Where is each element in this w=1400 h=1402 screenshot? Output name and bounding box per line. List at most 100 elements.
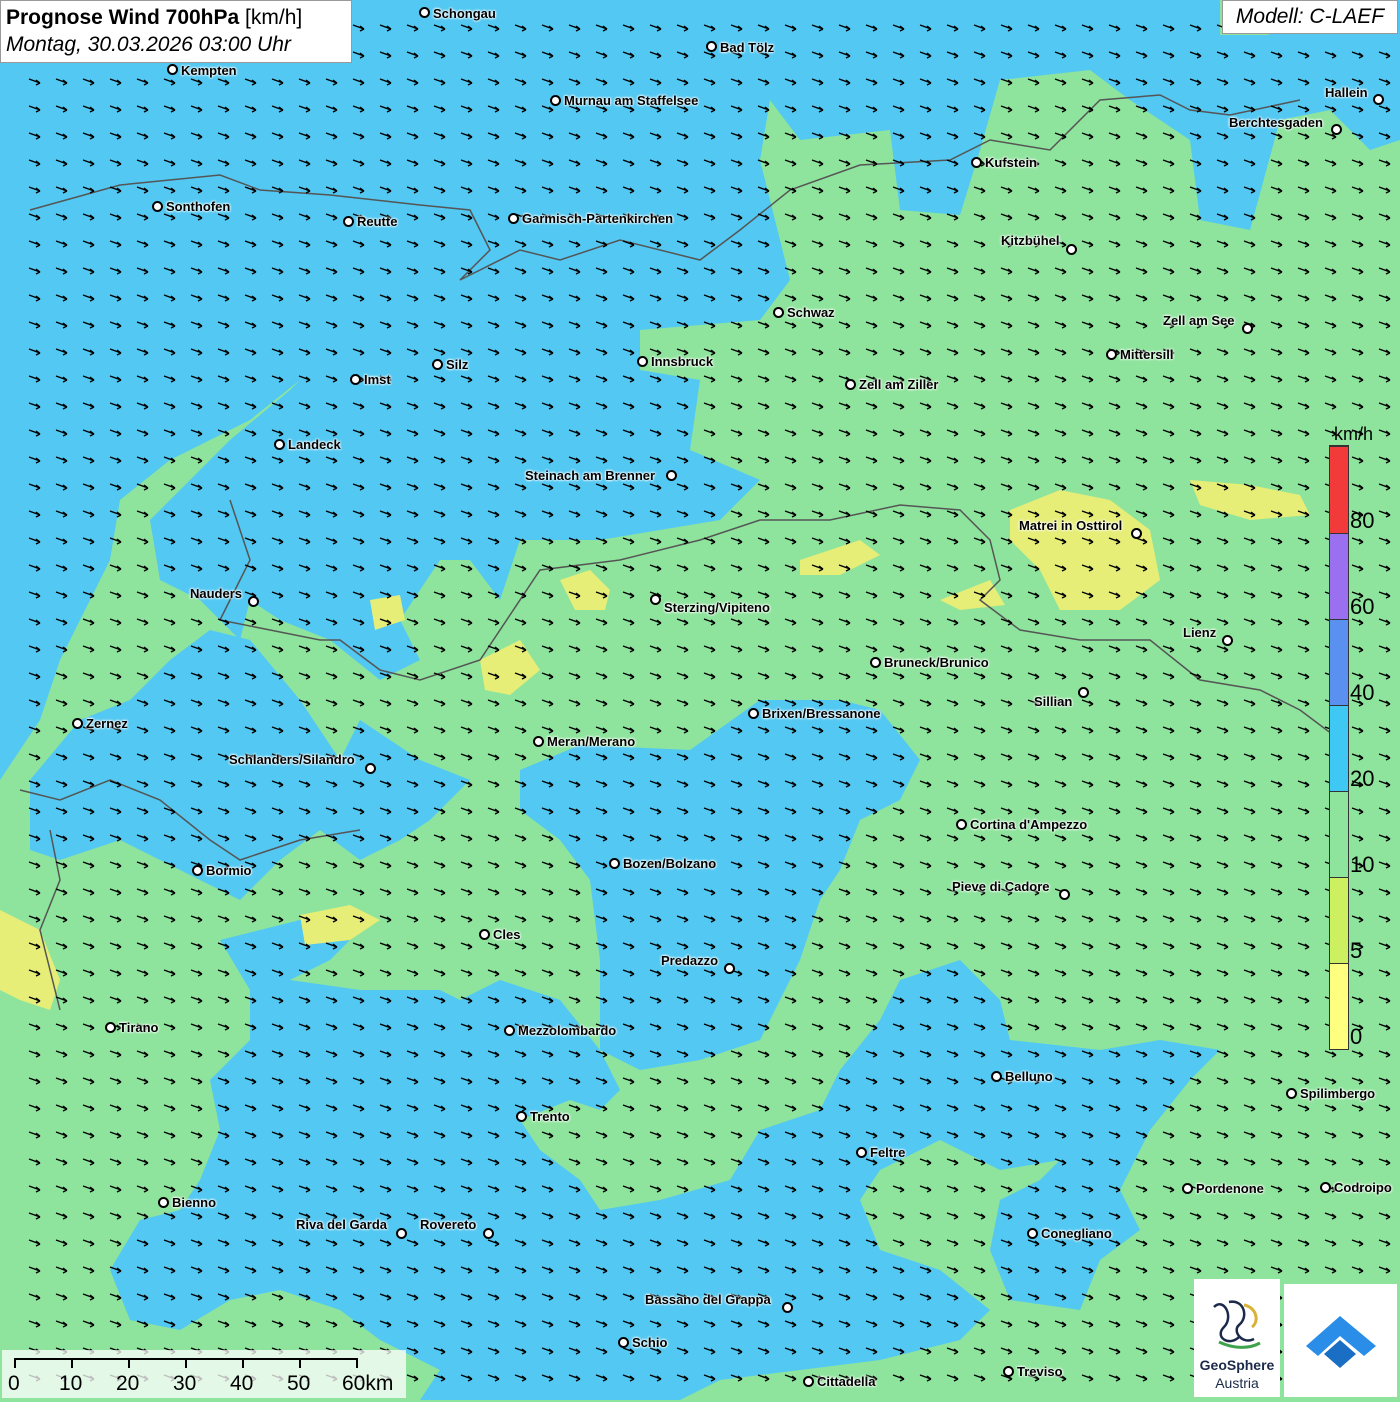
city-label: Zell am See bbox=[1163, 313, 1235, 328]
app-cloud-icon bbox=[1306, 1316, 1376, 1368]
model-label: Modell: C-LAEF bbox=[1222, 0, 1398, 34]
city-marker bbox=[782, 1302, 793, 1313]
city-marker bbox=[432, 359, 443, 370]
legend-tick: 0 bbox=[1350, 1024, 1363, 1049]
city-marker bbox=[479, 929, 490, 940]
city-label: Schongau bbox=[433, 6, 496, 21]
city-label: Silz bbox=[446, 357, 469, 372]
city-marker bbox=[1373, 94, 1384, 105]
city-marker bbox=[508, 213, 519, 224]
city-label: Hallein bbox=[1325, 85, 1368, 100]
map-datetime: Montag, 30.03.2026 03:00 Uhr bbox=[6, 33, 291, 56]
legend-seg-40 bbox=[1330, 619, 1348, 705]
city-marker bbox=[343, 216, 354, 227]
city-marker bbox=[419, 7, 430, 18]
legend-tick: 20 bbox=[1350, 766, 1375, 791]
city-marker bbox=[550, 95, 561, 106]
city-marker bbox=[365, 763, 376, 774]
city-label: Belluno bbox=[1005, 1069, 1053, 1084]
city-marker bbox=[666, 470, 677, 481]
city-label: Steinach am Brenner bbox=[525, 468, 656, 483]
city-label: Cles bbox=[493, 927, 521, 942]
city-marker bbox=[516, 1111, 527, 1122]
city-marker bbox=[870, 657, 881, 668]
city-marker bbox=[803, 1376, 814, 1387]
scale-label: 60km bbox=[342, 1372, 394, 1395]
city-label: Sillian bbox=[1034, 694, 1073, 709]
geosphere-mark-icon bbox=[1213, 1300, 1261, 1349]
city-label: Spilimbergo bbox=[1300, 1086, 1376, 1101]
city-marker bbox=[856, 1147, 867, 1158]
app-logo[interactable] bbox=[1284, 1284, 1397, 1397]
scale-label: 0 bbox=[8, 1372, 20, 1395]
city-marker bbox=[1078, 687, 1089, 698]
city-marker bbox=[748, 708, 759, 719]
city-label: Mezzolombardo bbox=[518, 1023, 617, 1038]
city-marker bbox=[773, 307, 784, 318]
map-title: Prognose Wind 700hPa [km/h] bbox=[6, 6, 303, 29]
city-label: Matrei in Osttirol bbox=[1019, 518, 1123, 533]
city-marker bbox=[637, 356, 648, 367]
city-marker bbox=[274, 439, 285, 450]
city-label: Bassano del Grappa bbox=[645, 1292, 771, 1307]
city-marker bbox=[1106, 349, 1117, 360]
city-marker bbox=[1027, 1228, 1038, 1239]
legend-tick: 5 bbox=[1350, 938, 1363, 963]
city-label: Bienno bbox=[172, 1195, 217, 1210]
city-marker bbox=[152, 201, 163, 212]
city-label: Sonthofen bbox=[166, 199, 231, 214]
legend-tick: 40 bbox=[1350, 680, 1375, 705]
city-label: Meran/Merano bbox=[547, 734, 636, 749]
city-label: Tirano bbox=[119, 1020, 159, 1035]
legend-tick: 80 bbox=[1350, 508, 1375, 533]
city-label: Kufstein bbox=[985, 155, 1037, 170]
city-label: Kitzbühel bbox=[1001, 233, 1060, 248]
geosphere-logo[interactable]: GeoSphere Austria bbox=[1194, 1279, 1280, 1397]
city-label: Pordenone bbox=[1196, 1181, 1264, 1196]
legend-seg-10 bbox=[1330, 791, 1348, 877]
city-label: Riva del Garda bbox=[296, 1217, 388, 1232]
city-label: Sterzing/Vipiteno bbox=[664, 600, 770, 615]
city-label: Reutte bbox=[357, 214, 398, 229]
city-marker bbox=[1066, 244, 1077, 255]
legend-colorbar bbox=[1329, 445, 1349, 1050]
city-marker bbox=[1222, 635, 1233, 646]
city-marker bbox=[845, 379, 856, 390]
scale-label: 50 bbox=[287, 1372, 311, 1395]
city-marker bbox=[248, 596, 259, 607]
scale-tick bbox=[185, 1358, 187, 1368]
city-label: Innsbruck bbox=[651, 354, 714, 369]
city-marker bbox=[1242, 323, 1253, 334]
city-marker bbox=[1320, 1182, 1331, 1193]
city-label: Codroipo bbox=[1334, 1180, 1392, 1195]
city-marker bbox=[1331, 124, 1342, 135]
city-marker bbox=[158, 1197, 169, 1208]
city-label: Bruneck/Brunico bbox=[884, 655, 989, 670]
city-label: Berchtesgaden bbox=[1229, 115, 1323, 130]
map-title-box: Prognose Wind 700hPa [km/h] Montag, 30.0… bbox=[0, 0, 352, 63]
city-label: Cittadella bbox=[817, 1374, 876, 1389]
legend-seg-80 bbox=[1330, 446, 1348, 533]
city-marker bbox=[706, 41, 717, 52]
scale-tick bbox=[356, 1358, 358, 1368]
scale-tick bbox=[242, 1358, 244, 1368]
city-marker bbox=[533, 736, 544, 747]
city-label: Bozen/Bolzano bbox=[623, 856, 717, 871]
city-label: Garmisch-Partenkirchen bbox=[522, 211, 674, 226]
city-marker bbox=[956, 819, 967, 830]
city-label: Predazzo bbox=[661, 953, 719, 968]
city-label: Imst bbox=[364, 372, 391, 387]
city-label: Feltre bbox=[870, 1145, 906, 1160]
legend-seg-60 bbox=[1330, 533, 1348, 619]
city-label: Schlanders/Silandro bbox=[229, 752, 355, 767]
scale-tick bbox=[71, 1358, 73, 1368]
city-label: Landeck bbox=[288, 437, 341, 452]
city-marker bbox=[971, 157, 982, 168]
city-label: Cortina d'Ampezzo bbox=[970, 817, 1088, 832]
city-marker bbox=[724, 963, 735, 974]
city-label: Murnau am Staffelsee bbox=[564, 93, 699, 108]
city-marker bbox=[1131, 528, 1142, 539]
city-label: Brixen/Bressanone bbox=[762, 706, 881, 721]
city-marker bbox=[396, 1228, 407, 1239]
geosphere-country: Austria bbox=[1215, 1375, 1259, 1391]
